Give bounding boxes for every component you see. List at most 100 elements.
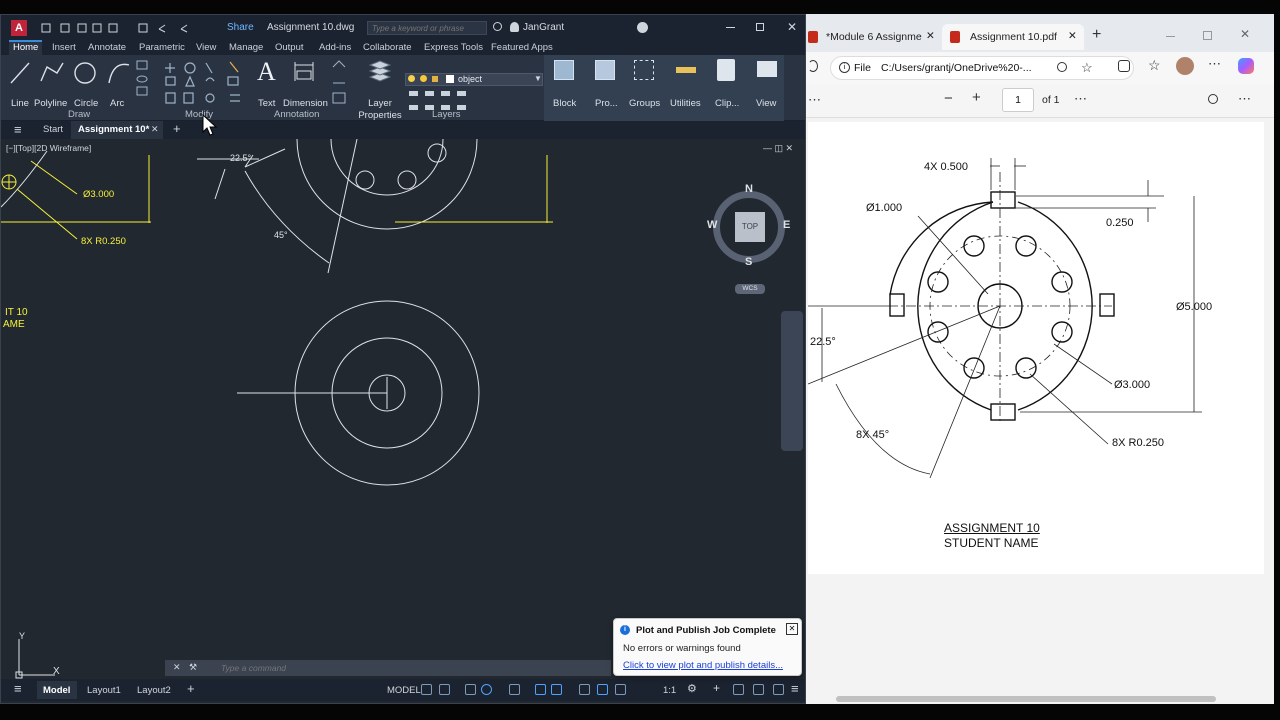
- drawing-viewport[interactable]: [−][Top][2D Wireframe] — ◫ ✕ Ø3.000 8X R…: [1, 139, 805, 679]
- polar-icon[interactable]: [481, 684, 492, 695]
- ribbon-tab-collaborate[interactable]: Collaborate: [363, 42, 412, 53]
- layout2-tab[interactable]: Layout2: [137, 685, 171, 696]
- favorite-star-icon[interactable]: ☆: [1081, 60, 1093, 76]
- ortho-icon[interactable]: [465, 684, 476, 695]
- isodraft-icon[interactable]: [509, 684, 520, 695]
- ribbon-tab-annotate[interactable]: Annotate: [88, 42, 126, 53]
- annotation-extra-icons[interactable]: [331, 59, 347, 109]
- ribbon-tab-parametric[interactable]: Parametric: [139, 42, 185, 53]
- notification-link[interactable]: Click to view plot and publish details..…: [623, 660, 783, 671]
- ribbon-tab-featured-apps[interactable]: Featured Apps: [491, 42, 553, 53]
- modify-icons[interactable]: [164, 59, 249, 109]
- viewcube-south[interactable]: S: [745, 256, 752, 268]
- plus-icon[interactable]: +: [713, 681, 720, 695]
- zoom-icon[interactable]: [1057, 62, 1067, 72]
- pdf-settings-icon[interactable]: ⋯: [1238, 91, 1251, 107]
- layout1-tab[interactable]: Layout1: [87, 685, 121, 696]
- add-layout-button[interactable]: +: [187, 681, 195, 696]
- navigation-bar[interactable]: [781, 311, 803, 451]
- grid-icon[interactable]: [421, 684, 432, 695]
- profile-avatar[interactable]: [1176, 57, 1194, 75]
- start-tab[interactable]: Start: [43, 124, 63, 135]
- minimize-icon[interactable]: [726, 27, 735, 28]
- object-snap-icon[interactable]: [535, 684, 546, 695]
- line-tool[interactable]: Line: [11, 98, 29, 109]
- draw-panel-label[interactable]: Draw: [68, 109, 90, 120]
- pdf-search-icon[interactable]: [1208, 94, 1218, 104]
- plot-status-icon[interactable]: [753, 684, 764, 695]
- search-icon[interactable]: [493, 22, 502, 31]
- tab-assignment10[interactable]: Assignment 10.pdf ✕: [942, 24, 1084, 50]
- polyline-tool[interactable]: Polyline: [34, 98, 67, 109]
- new-tab-button[interactable]: +: [173, 121, 181, 136]
- share-button[interactable]: Share: [227, 22, 254, 33]
- annotation-scale-icon[interactable]: [615, 684, 626, 695]
- layer-properties-button[interactable]: Layer Properties: [357, 98, 403, 122]
- favorites-icon[interactable]: ☆: [1148, 57, 1161, 74]
- help-icon[interactable]: [637, 22, 648, 33]
- viewcube-top[interactable]: TOP: [735, 212, 765, 242]
- tab-module6[interactable]: *Module 6 Assignme ✕: [806, 24, 941, 50]
- ribbon-tab-home[interactable]: Home: [9, 40, 43, 56]
- draw-extra-icons[interactable]: [135, 59, 155, 109]
- model-tab[interactable]: Model: [37, 681, 77, 699]
- quick-access-toolbar[interactable]: [41, 23, 206, 33]
- viewcube-north[interactable]: N: [745, 183, 753, 195]
- plot-notification[interactable]: i Plot and Publish Job Complete ✕ No err…: [613, 618, 802, 676]
- lineweight-icon[interactable]: [579, 684, 590, 695]
- close-icon[interactable]: ✕: [787, 20, 797, 34]
- command-close-icon[interactable]: ✕: [173, 662, 181, 673]
- layers-panel-label[interactable]: Layers: [432, 109, 461, 120]
- more-menu-icon[interactable]: ⋯: [1208, 56, 1221, 72]
- extensions-icon[interactable]: [1118, 60, 1130, 72]
- object-track-icon[interactable]: [551, 684, 562, 695]
- block-tool[interactable]: Block: [553, 98, 576, 109]
- clipboard-tool[interactable]: Clip...: [715, 98, 739, 109]
- workspace-gear-icon[interactable]: ⚙: [687, 682, 697, 695]
- viewcube[interactable]: TOP N S E W: [707, 183, 793, 268]
- ribbon-tab-manage[interactable]: Manage: [229, 42, 263, 53]
- customize-icon[interactable]: ≡: [791, 681, 799, 696]
- autocad-logo[interactable]: A: [11, 20, 27, 36]
- utilities-tool[interactable]: Utilities: [670, 98, 701, 109]
- viewcube-west[interactable]: W: [707, 219, 717, 231]
- viewcube-east[interactable]: E: [783, 219, 790, 231]
- info-icon[interactable]: i: [839, 62, 850, 73]
- zoom-in-button[interactable]: +: [972, 89, 981, 106]
- new-tab-icon[interactable]: +: [1092, 26, 1101, 44]
- selection-cycling-icon[interactable]: [597, 684, 608, 695]
- annotation-panel-label[interactable]: Annotation: [274, 109, 319, 120]
- isolate-icon[interactable]: [733, 684, 744, 695]
- dimension-tool[interactable]: Dimension: [283, 98, 328, 109]
- fullscreen-icon[interactable]: [773, 684, 784, 695]
- refresh-icon[interactable]: [808, 60, 818, 72]
- ribbon-tab-express-tools[interactable]: Express Tools: [424, 42, 483, 53]
- command-line[interactable]: ✕ ⚒: [165, 660, 611, 676]
- ribbon-tab-view[interactable]: View: [196, 42, 216, 53]
- groups-tool[interactable]: Groups: [629, 98, 660, 109]
- text-tool[interactable]: Text: [258, 98, 275, 109]
- zoom-out-button[interactable]: −: [944, 90, 953, 107]
- circle-tool[interactable]: Circle: [74, 98, 98, 109]
- ribbon-tab-output[interactable]: Output: [275, 42, 304, 53]
- user-name[interactable]: JanGrant: [523, 22, 564, 33]
- search-input[interactable]: [367, 21, 487, 35]
- layer-dropdown[interactable]: object ▼: [405, 73, 543, 86]
- page-number-input[interactable]: 1: [1002, 88, 1034, 112]
- command-wrench-icon[interactable]: ⚒: [189, 662, 197, 673]
- properties-tool[interactable]: Pro...: [595, 98, 618, 109]
- address-bar[interactable]: i File C:/Users/grantj/OneDrive%20-... ☆: [830, 56, 1134, 80]
- maximize-icon[interactable]: [756, 23, 764, 31]
- user-icon[interactable]: [510, 22, 519, 32]
- address-text[interactable]: C:/Users/grantj/OneDrive%20-...: [881, 62, 1032, 74]
- app-menu-button[interactable]: ≡: [14, 122, 22, 137]
- ribbon-tab-add-ins[interactable]: Add-ins: [319, 42, 351, 53]
- ribbon-tab-insert[interactable]: Insert: [52, 42, 76, 53]
- close-tab-icon[interactable]: ✕: [151, 124, 159, 135]
- wcs-menu[interactable]: WCS: [735, 284, 765, 294]
- notification-close-icon[interactable]: ✕: [786, 623, 798, 635]
- pdf-menu-icon[interactable]: ⋯: [808, 92, 821, 108]
- maximize-icon[interactable]: [1203, 31, 1212, 40]
- pdf-page[interactable]: 4X 0.500 Ø1.000 0.250 Ø5.000 22.5° Ø3.00…: [808, 122, 1264, 574]
- model-space-button[interactable]: MODEL: [387, 685, 421, 696]
